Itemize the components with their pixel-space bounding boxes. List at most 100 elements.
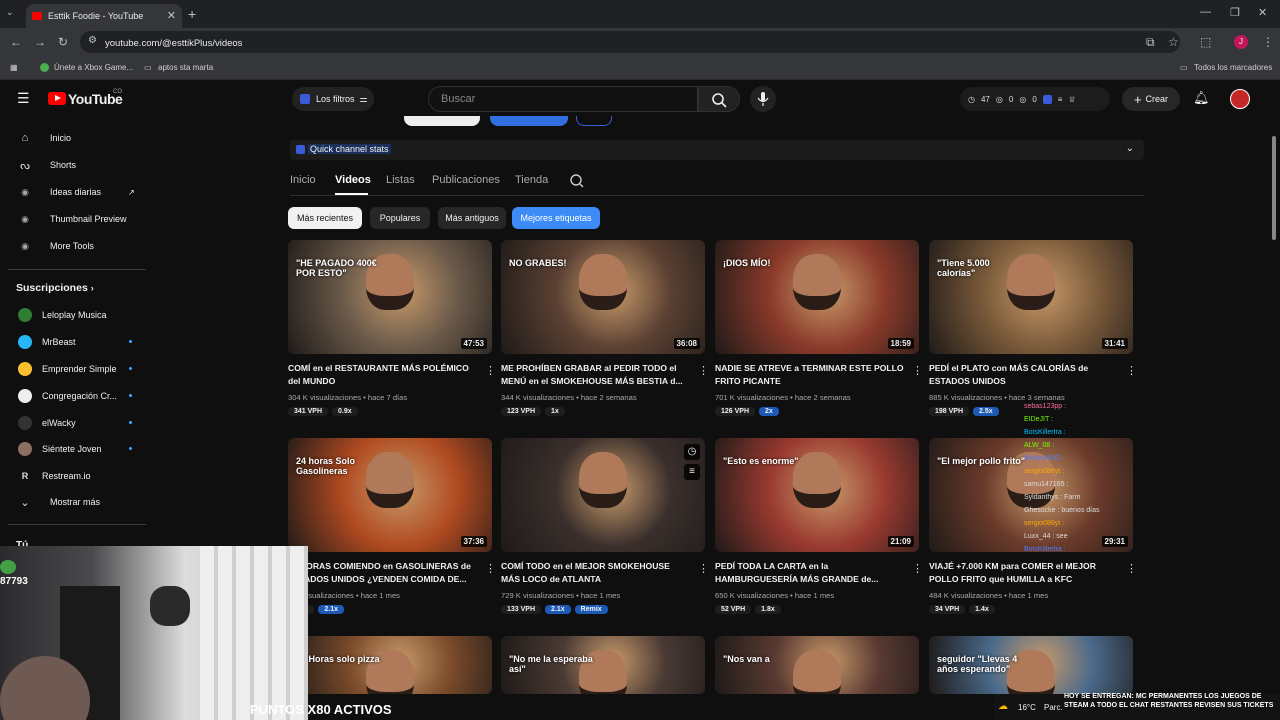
forward-icon[interactable]: → <box>34 35 46 49</box>
video-title[interactable]: COMÍ en el RESTAURANTE MÁS POLÉMICO del … <box>288 362 478 388</box>
apps-grid-icon[interactable]: ▦ <box>10 63 18 72</box>
chat-message: sergio086yt : <box>1024 520 1065 527</box>
restore-icon[interactable]: ❐ <box>1230 6 1240 19</box>
quick-channel-stats-bar[interactable]: Quick channel stats ⌄ <box>290 140 1144 160</box>
chip-most-recent[interactable]: Más recientes <box>288 207 362 229</box>
video-thumbnail[interactable]: 24 Horas solo pizza <box>288 636 492 694</box>
bookmark-aptos[interactable]: aptos sta marta <box>158 63 213 72</box>
tab-posts[interactable]: Publicaciones <box>432 174 500 186</box>
video-thumbnail[interactable]: "HE PAGADO 400€ POR ESTO" 47:53 <box>288 240 492 354</box>
video-badges: 123 VPH 1x <box>501 407 565 416</box>
user-avatar[interactable] <box>1230 89 1250 109</box>
sidebar-sub-elwacky[interactable]: elWacky <box>0 411 150 435</box>
tab-store[interactable]: Tienda <box>515 174 548 186</box>
video-thumbnail[interactable]: "No me la esperaba así" <box>501 636 705 694</box>
back-icon[interactable]: ← <box>10 35 22 49</box>
chat-message: Luxx_44 : see <box>1024 533 1068 540</box>
sidebar-item-more-tools[interactable]: ◉ More Tools <box>0 234 150 258</box>
search-input[interactable]: Buscar <box>428 86 698 112</box>
video-thumbnail[interactable]: 24 horas Solo Gasolineras 37:36 <box>288 438 492 552</box>
more-actions-icon[interactable]: ⋮ <box>912 364 923 377</box>
video-thumbnail[interactable]: ◷ ≡ <box>501 438 705 552</box>
video-title[interactable]: PEDÍ TODA LA CARTA en la HAMBURGUESERÍA … <box>715 560 905 586</box>
video-title[interactable]: NADIE SE ATREVE a TERMINAR ESTE POLLO FR… <box>715 362 905 388</box>
subscribe-button[interactable] <box>404 116 480 126</box>
cast-icon[interactable]: ⧉ <box>1146 35 1155 50</box>
close-tab-icon[interactable]: ✕ <box>167 9 176 22</box>
sidebar-item-shorts[interactable]: ᔓ Shorts <box>0 153 150 177</box>
extension-stats[interactable]: ◷ 47 ◎ 0 ◎ 0 ≡ ♕ <box>960 87 1110 111</box>
tab-home[interactable]: Inicio <box>290 174 316 186</box>
all-bookmarks[interactable]: Todos los marcadores <box>1194 63 1272 72</box>
create-button[interactable]: + Crear <box>1122 87 1180 111</box>
new-tab-icon[interactable]: + <box>188 6 196 22</box>
bookmark-star-icon[interactable]: ☆ <box>1168 35 1179 49</box>
voice-search-button[interactable] <box>750 86 776 112</box>
browser-tab[interactable]: Esttik Foodie - YouTube ✕ <box>26 4 182 28</box>
subscriptions-heading[interactable]: Suscripciones › <box>16 282 94 294</box>
tab-videos[interactable]: Videos <box>335 174 371 186</box>
extension-button[interactable] <box>576 116 612 126</box>
reload-icon[interactable]: ↻ <box>58 35 68 49</box>
video-thumbnail[interactable]: "Esto es enorme" 21:09 <box>715 438 919 552</box>
url-text[interactable]: youtube.com/@esttikPlus/videos <box>105 38 242 49</box>
minimize-icon[interactable]: — <box>1200 6 1211 18</box>
bookmark-xbox[interactable]: Únete a Xbox Game... <box>54 63 133 72</box>
watch-later-icon[interactable]: ◷ <box>684 444 700 460</box>
more-actions-icon[interactable]: ⋮ <box>698 562 709 575</box>
sidebar-sub-restream[interactable]: R Restream.io <box>0 464 150 488</box>
home-icon: ⌂ <box>21 132 29 144</box>
page-scrollbar[interactable] <box>1272 136 1276 240</box>
join-button[interactable] <box>490 116 568 126</box>
omnibox[interactable] <box>80 31 1180 53</box>
more-actions-icon[interactable]: ⋮ <box>1126 364 1137 377</box>
sidebar-sub-emprender[interactable]: Emprender Simple <box>0 357 150 381</box>
more-actions-icon[interactable]: ⋮ <box>698 364 709 377</box>
video-title[interactable]: VIAJÉ +7.000 KM para COMER el MEJOR POLL… <box>929 560 1119 586</box>
sidebar-sub-sientete-joven[interactable]: Siéntete Joven <box>0 437 150 461</box>
extensions-icon[interactable]: ⬚ <box>1200 35 1211 49</box>
channel-avatar <box>18 442 32 456</box>
menu-hamburger-icon[interactable]: ☰ <box>17 90 30 107</box>
video-title[interactable]: 24 HORAS COMIENDO en GASOLINERAS de ESTA… <box>288 560 478 586</box>
sidebar-item-thumbnail-preview[interactable]: ◉ Thumbnail Preview <box>0 207 150 231</box>
more-actions-icon[interactable]: ⋮ <box>485 364 496 377</box>
sidebar-sub-leloplay[interactable]: Leloplay Musica <box>0 303 150 327</box>
video-thumbnail[interactable]: "Nos van a <box>715 636 919 694</box>
more-actions-icon[interactable]: ⋮ <box>912 562 923 575</box>
sidebar-show-more[interactable]: ⌄ Mostrar más <box>0 490 150 514</box>
video-thumbnail[interactable]: "Tiene 5.000 calorías" 31:41 <box>929 240 1133 354</box>
stat-badge: 126 VPH <box>715 407 756 416</box>
sidebar-item-home[interactable]: ⌂ Inicio <box>0 126 150 150</box>
close-window-icon[interactable]: ✕ <box>1258 6 1267 19</box>
video-thumbnail[interactable]: ¡DIOS MÍO! 18:59 <box>715 240 919 354</box>
notifications-bell-icon[interactable]: 🔔︎ <box>1193 90 1210 106</box>
video-title[interactable]: COMÍ TODO en el MEJOR SMOKEHOUSE MÁS LOC… <box>501 560 691 586</box>
stream-notice: HOY SE ENTREGAN: MC PERMANENTES LOS JUEG… <box>1064 693 1274 709</box>
filters-button[interactable]: Los filtros ⚌ <box>292 87 374 111</box>
sidebar-sub-congregacion[interactable]: Congregación Cr... <box>0 384 150 408</box>
sidebar-item-ideas[interactable]: ◉ Ideas diarias ↗ <box>0 180 150 204</box>
list-icon: ≡ <box>1057 94 1063 104</box>
video-thumbnail[interactable]: NO GRABES! 36:08 <box>501 240 705 354</box>
site-info-icon[interactable]: ⚙ <box>88 35 97 46</box>
tab-search-icon[interactable]: ⌄ <box>6 7 14 18</box>
more-actions-icon[interactable]: ⋮ <box>1126 562 1137 575</box>
channel-search-icon[interactable] <box>569 173 585 189</box>
video-badges: 52 VPH 1.8x <box>715 605 781 614</box>
browser-menu-icon[interactable]: ⋮ <box>1262 35 1274 49</box>
profile-avatar[interactable]: J <box>1234 35 1248 49</box>
video-thumbnail[interactable]: seguidor "Llevas 4 años esperando" <box>929 636 1133 694</box>
new-content-dot <box>129 394 132 397</box>
chip-oldest[interactable]: Más antiguos <box>438 207 506 229</box>
video-title[interactable]: ME PROHÍBEN GRABAR al PEDIR TODO el MENÚ… <box>501 362 691 388</box>
more-actions-icon[interactable]: ⋮ <box>485 562 496 575</box>
stat-badge: 2x <box>759 407 779 416</box>
sidebar-sub-mrbeast[interactable]: MrBeast <box>0 330 150 354</box>
add-to-queue-icon[interactable]: ≡ <box>684 464 700 480</box>
chip-best-labels[interactable]: Mejores etiquetas <box>512 207 600 229</box>
video-title[interactable]: PEDÍ el PLATO con MÁS CALORÍAS de ESTADO… <box>929 362 1119 388</box>
tab-playlists[interactable]: Listas <box>386 174 415 186</box>
chip-popular[interactable]: Populares <box>370 207 430 229</box>
search-button[interactable] <box>698 86 740 112</box>
